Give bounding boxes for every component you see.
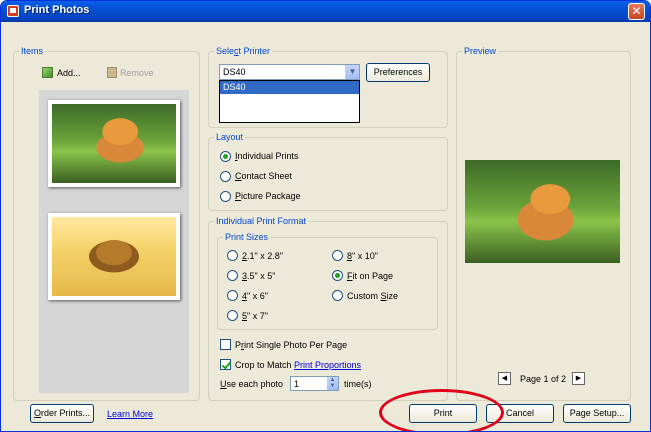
print-format-group-label: Individual Print Format — [214, 216, 309, 226]
remove-label: Remove — [120, 68, 154, 78]
order-prints-button[interactable]: Order Prints... — [30, 404, 94, 423]
print-sizes-label: Print Sizes — [223, 232, 271, 242]
times-label: time(s) — [344, 379, 372, 389]
photo-list[interactable] — [39, 90, 189, 393]
stepper-arrows-icon[interactable]: ▲ ▼ — [327, 377, 338, 390]
remove-photo-button[interactable]: Remove — [105, 65, 165, 81]
size-4x6-label: 4" x 6" — [242, 291, 268, 301]
close-button[interactable]: ✕ — [628, 3, 645, 20]
size-8x10-radio[interactable] — [332, 250, 343, 261]
add-icon — [42, 67, 53, 78]
size-5x7-radio[interactable] — [227, 310, 238, 321]
crop-checkbox[interactable] — [220, 359, 231, 370]
printer-option-ds40[interactable]: DS40 — [220, 81, 359, 94]
layout-group-label: Layout — [214, 132, 246, 142]
trash-icon — [107, 67, 117, 78]
use-each-value: 1 — [294, 379, 300, 389]
prev-page-button[interactable]: ◀ — [498, 372, 511, 385]
size-4x6-radio[interactable] — [227, 290, 238, 301]
size-3x5-radio[interactable] — [227, 270, 238, 281]
contact-sheet-label: Contact Sheet — [235, 171, 293, 181]
contact-sheet-radio[interactable] — [220, 171, 231, 182]
picture-package-radio[interactable] — [220, 191, 231, 202]
individual-prints-label: Individual Prints — [235, 151, 299, 161]
printer-dropdown-value: DS40 — [223, 67, 246, 77]
window-title: Print Photos — [24, 4, 90, 16]
crop-label: Crop to Match Print Proportions — [235, 360, 362, 370]
size-8x10-label: 8" x 10" — [347, 251, 378, 261]
highlight-annotation — [379, 389, 504, 431]
custom-size-radio[interactable] — [332, 290, 343, 301]
single-photo-checkbox[interactable] — [220, 339, 231, 350]
items-group-label: Items — [19, 46, 46, 56]
add-label: Add... — [57, 68, 81, 78]
preview-image — [465, 160, 620, 263]
size-2x3-label: 2.1" x 2.8" — [242, 251, 283, 261]
print-photos-dialog: Print Photos ✕ Items Add... Remove Selec… — [0, 0, 651, 432]
picture-package-label: Picture Package — [235, 191, 301, 201]
preferences-button[interactable]: Preferences — [366, 63, 430, 82]
size-3x5-label: 3.5" x 5" — [242, 271, 276, 281]
add-photo-button[interactable]: Add... — [40, 65, 88, 81]
individual-prints-radio[interactable] — [220, 151, 231, 162]
select-printer-label: Select Printer — [214, 46, 273, 56]
use-each-stepper[interactable]: 1 ▲ ▼ — [290, 376, 339, 391]
fit-on-page-radio[interactable] — [332, 270, 343, 281]
preview-group-label: Preview — [462, 46, 499, 56]
title-bar[interactable]: Print Photos ✕ — [1, 1, 650, 22]
single-photo-label: Print Single Photo Per Page — [235, 340, 348, 350]
size-5x7-label: 5" x 7" — [242, 311, 268, 321]
print-proportions-link[interactable]: Print Proportions — [294, 360, 361, 370]
printer-dropdown-list: DS40 — [219, 80, 360, 123]
printer-dropdown[interactable]: DS40 ▼ — [219, 64, 360, 80]
fit-on-page-label: Fit on Page — [347, 271, 394, 281]
chevron-down-icon[interactable]: ▼ — [345, 65, 359, 79]
page-setup-button[interactable]: Page Setup... — [563, 404, 631, 423]
learn-more-link[interactable]: Learn More — [107, 409, 153, 419]
use-each-label: Use each photo — [220, 379, 284, 389]
tiger-photo-thumbnail[interactable] — [48, 100, 180, 187]
next-page-button[interactable]: ▶ — [572, 372, 585, 385]
size-2x3-radio[interactable] — [227, 250, 238, 261]
page-indicator: Page 1 of 2 — [520, 374, 567, 384]
custom-size-label: Custom Size — [347, 291, 399, 301]
lion-photo-thumbnail[interactable] — [48, 213, 180, 300]
app-icon — [7, 5, 19, 17]
